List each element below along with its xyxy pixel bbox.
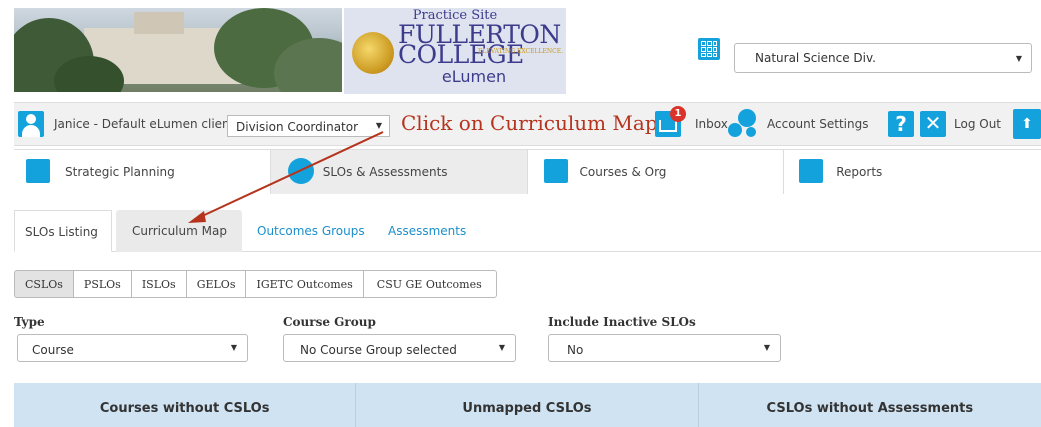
college-name: FULLERTON COLLEGE (398, 20, 561, 69)
help-icon[interactable]: ? (888, 111, 914, 137)
college-logo: Practice Site FULLERTON COLLEGE ELEVATIN… (344, 8, 566, 94)
settings-gears-icon[interactable] (728, 109, 760, 139)
role-select[interactable]: Division Coordinator ▼ (227, 115, 390, 137)
logout-link[interactable]: Log Out (954, 117, 1001, 131)
chevron-down-icon: ▼ (230, 343, 237, 352)
include-inactive-select[interactable]: No ▼ (548, 334, 781, 362)
tab-slos-listing[interactable]: SLOs Listing (14, 210, 112, 252)
account-settings-link[interactable]: Account Settings (767, 117, 868, 131)
nav-courses-org[interactable]: Courses & Org (527, 150, 785, 194)
logout-icon[interactable]: ✕ (920, 111, 946, 137)
include-inactive-select-value: No (567, 343, 584, 357)
nav-strategic-planning[interactable]: Strategic Planning (14, 150, 271, 194)
division-select[interactable]: Natural Science Div. ▼ (734, 43, 1032, 73)
upload-icon[interactable]: ⬆ (1013, 109, 1041, 139)
instruction-callout: Click on Curriculum Map (401, 111, 658, 135)
outcome-type-gelos[interactable]: GELOs (185, 270, 247, 298)
chevron-down-icon: ▼ (1015, 54, 1022, 63)
nav-label: Reports (836, 165, 883, 179)
chevron-down-icon: ▼ (763, 343, 770, 352)
inbox-link[interactable]: Inbox (695, 117, 728, 131)
user-name: Janice - Default eLumen client (54, 117, 235, 131)
outcome-type-islos[interactable]: ISLOs (130, 270, 187, 298)
summary-table-header: Courses without CSLOs Unmapped CSLOs CSL… (14, 383, 1041, 427)
sub-tabs: SLOs Listing Curriculum Map Outcomes Gro… (14, 210, 1041, 252)
nav-label: Courses & Org (579, 165, 667, 179)
outcome-type-buttons: CSLOs PSLOs ISLOs GELOs IGETC Outcomes C… (14, 270, 497, 298)
chevron-down-icon: ▼ (498, 343, 505, 352)
course-group-select-value: No Course Group selected (300, 343, 457, 357)
nav-slos-assessments[interactable]: SLOs & Assessments (270, 150, 528, 194)
role-select-value: Division Coordinator (236, 120, 359, 134)
nav-label: Strategic Planning (65, 165, 175, 179)
college-seal-icon (352, 32, 394, 74)
tab-outcomes-groups[interactable]: Outcomes Groups (257, 210, 365, 252)
page: Practice Site FULLERTON COLLEGE ELEVATIN… (0, 0, 1041, 427)
outcome-type-igetc[interactable]: IGETC Outcomes (245, 270, 364, 298)
top-bar: Janice - Default eLumen client Division … (14, 102, 1041, 146)
type-select[interactable]: Course ▼ (17, 334, 248, 362)
col-cslos-without-assessments: CSLOs without Assessments (766, 401, 974, 416)
outcome-type-cslos[interactable]: CSLOs (14, 270, 74, 298)
course-group-label: Course Group (283, 315, 376, 329)
inbox-badge: 1 (670, 106, 686, 122)
nav-reports[interactable]: Reports (784, 150, 1041, 194)
courses-org-icon (543, 159, 568, 183)
course-group-select[interactable]: No Course Group selected ▼ (283, 334, 516, 362)
col-courses-without-cslos: Courses without CSLOs (14, 383, 357, 427)
college-tagline: ELEVATING EXCELLENCE. (478, 48, 563, 55)
tab-assessments[interactable]: Assessments (388, 210, 466, 252)
chevron-down-icon: ▼ (375, 121, 382, 130)
tab-curriculum-map[interactable]: Curriculum Map (116, 210, 242, 252)
division-select-value: Natural Science Div. (755, 51, 876, 65)
campus-photo (14, 8, 342, 92)
outcome-type-csu-ge[interactable]: CSU GE Outcomes (362, 270, 497, 298)
slos-assessments-icon (287, 158, 314, 184)
col-unmapped-cslos: Unmapped CSLOs (356, 383, 699, 427)
outcome-type-pslos[interactable]: PSLOs (72, 270, 132, 298)
strategic-planning-icon (26, 159, 50, 183)
type-label: Type (14, 315, 45, 329)
main-nav: Strategic Planning SLOs & Assessments Co… (14, 149, 1041, 194)
include-inactive-label: Include Inactive SLOs (548, 315, 696, 329)
user-avatar-icon[interactable] (18, 111, 44, 137)
app-grid-icon[interactable] (698, 38, 720, 60)
reports-icon (799, 159, 824, 183)
nav-label: SLOs & Assessments (322, 165, 448, 179)
product-name: eLumen (441, 67, 507, 86)
type-select-value: Course (32, 343, 74, 357)
